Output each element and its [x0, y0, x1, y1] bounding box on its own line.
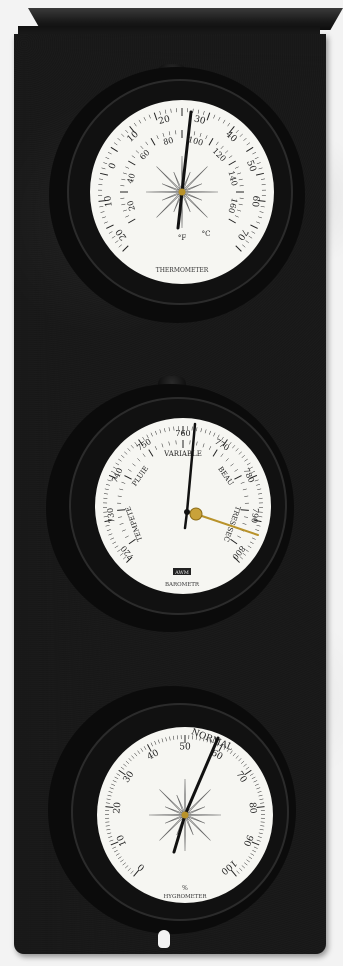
dial-label: 50 [179, 743, 191, 753]
hygrometer-unit: % [182, 885, 188, 892]
hygrometer-hub [181, 811, 189, 819]
dial-label: 80 [247, 802, 258, 815]
dial-label: 20 [112, 801, 123, 814]
hygrometer-name: HYGROMETER [164, 894, 208, 900]
hanging-hole [158, 930, 170, 948]
hygrometer-dial: 0102030405060708090100 NORMAL % HYGROMET… [48, 686, 296, 934]
